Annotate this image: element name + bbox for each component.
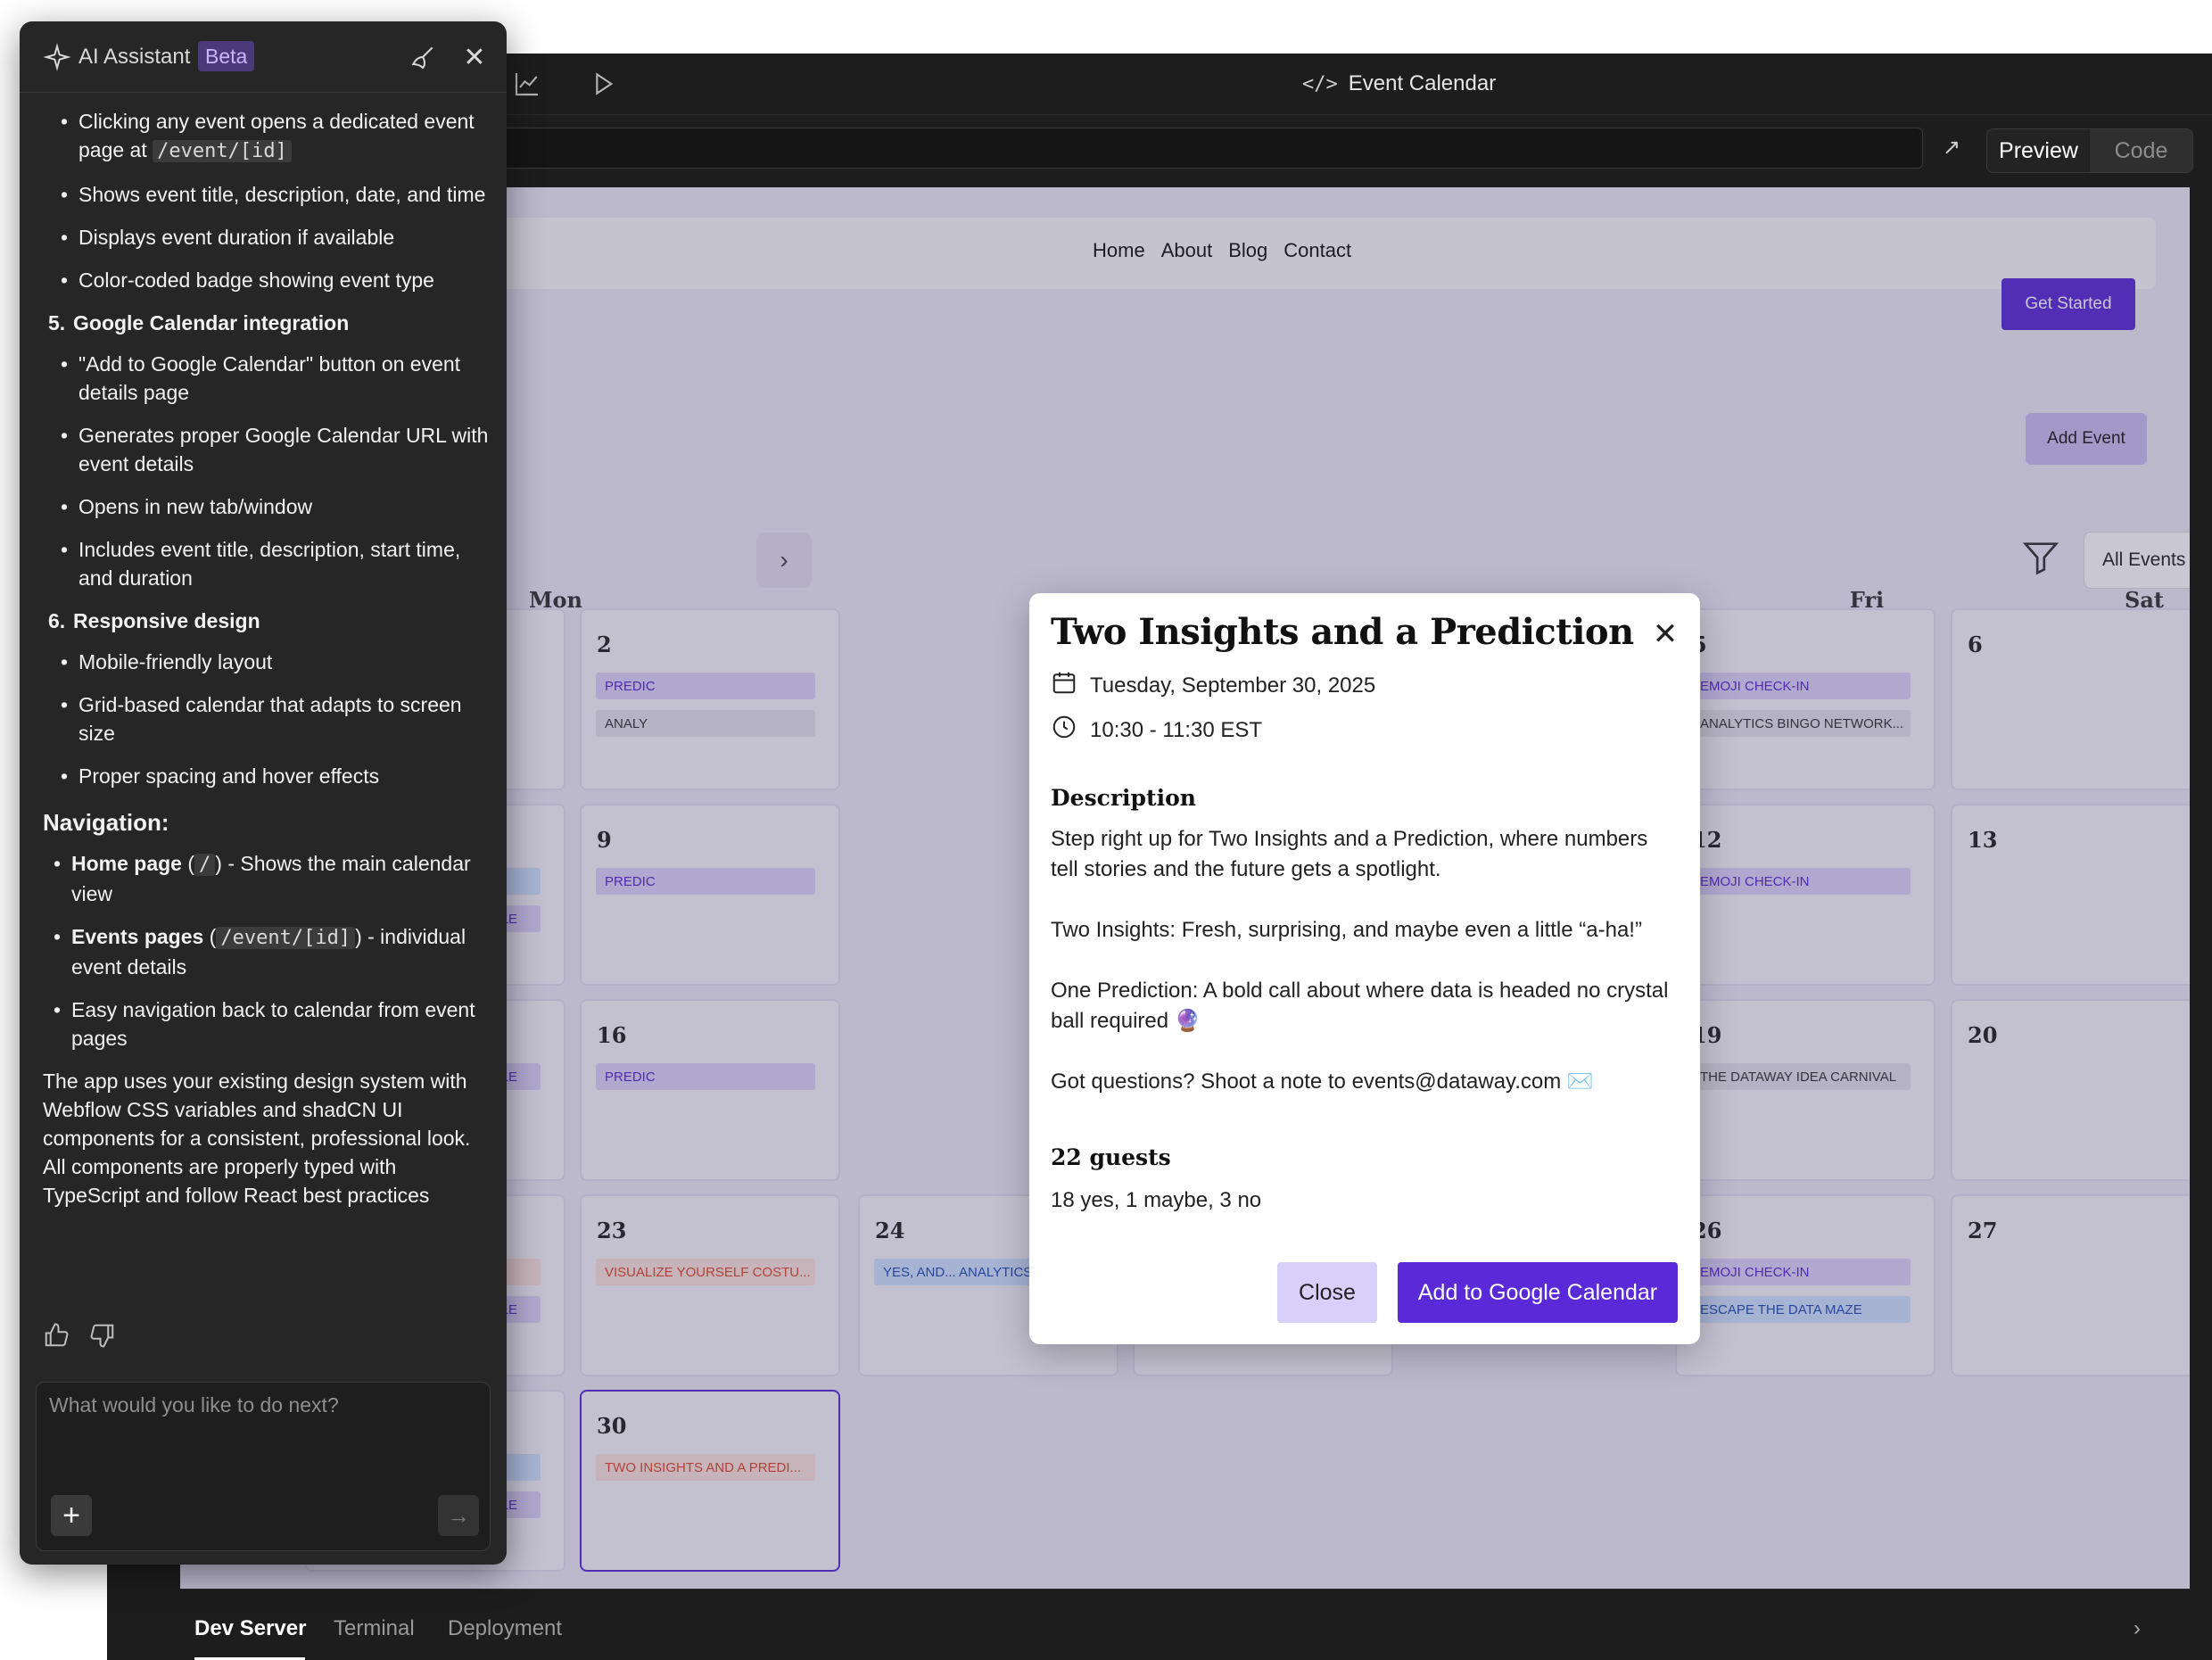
section-title: Responsive design <box>73 609 260 632</box>
clock-icon <box>1051 714 1077 747</box>
desktop: </> Event Calendar ↗ Preview Code Home A… <box>0 0 2212 1660</box>
beta-badge: Beta <box>198 41 255 71</box>
list-item: Includes event title, description, start… <box>43 535 492 592</box>
chat-input[interactable] <box>49 1393 477 1482</box>
list-item: Displays event duration if available <box>43 223 492 252</box>
ide-right-gutter <box>2190 241 2212 1642</box>
chart-icon[interactable] <box>513 70 541 98</box>
calendar-icon <box>1051 669 1077 702</box>
list-item: Events pages (/event/[id]) - individual … <box>43 922 492 981</box>
view-toggle: Preview Code <box>1986 128 2193 173</box>
thumbs-up-icon[interactable] <box>43 1322 70 1353</box>
section-number: 5. <box>48 311 66 334</box>
preview-tab[interactable]: Preview <box>1987 129 2090 172</box>
close-button[interactable]: Close <box>1277 1262 1377 1323</box>
list-item: Color-coded badge showing event type <box>43 266 492 294</box>
assistant-title: AI Assistant <box>78 45 191 69</box>
add-to-google-calendar-button[interactable]: Add to Google Calendar <box>1398 1262 1678 1323</box>
list-item: "Add to Google Calendar" button on event… <box>43 350 492 407</box>
list-item: Clicking any event opens a dedicated eve… <box>43 107 492 166</box>
url-input[interactable] <box>482 128 1923 169</box>
assistant-header: AI Assistant Beta ✕ <box>20 21 507 93</box>
summary-paragraph: The app uses your existing design system… <box>43 1070 471 1207</box>
list-item: Grid-based calendar that adapts to scree… <box>43 690 492 747</box>
tab-deployment[interactable]: Deployment <box>448 1616 562 1641</box>
inline-code: /event/[id] <box>153 140 292 162</box>
modal-date: Tuesday, September 30, 2025 <box>1090 673 1376 698</box>
send-button[interactable]: → <box>438 1495 479 1536</box>
list-item: Opens in new tab/window <box>43 492 492 521</box>
arrow-right-icon: → <box>447 1501 470 1529</box>
event-modal: Two Insights and a Prediction ✕ Tuesday,… <box>1029 593 1700 1344</box>
nav-item-bold: Home page <box>71 852 182 875</box>
modal-time-row: 10:30 - 11:30 EST <box>1051 714 1262 747</box>
tab-terminal[interactable]: Terminal <box>334 1616 415 1641</box>
feedback-buttons <box>43 1322 116 1353</box>
code-tab[interactable]: Code <box>2090 129 2192 172</box>
modal-date-row: Tuesday, September 30, 2025 <box>1051 669 1375 702</box>
modal-title: Two Insights and a Prediction <box>1051 611 1634 653</box>
navigation-heading: Navigation: <box>43 809 169 836</box>
modal-time: 10:30 - 11:30 EST <box>1090 717 1263 742</box>
close-icon[interactable]: ✕ <box>460 43 489 72</box>
close-icon[interactable]: ✕ <box>1649 617 1681 651</box>
section-number: 6. <box>48 609 66 632</box>
add-attachment-button[interactable]: + <box>51 1495 92 1536</box>
section-title: Google Calendar integration <box>73 311 350 334</box>
section-heading: 5. Google Calendar integration <box>43 309 492 337</box>
nav-item-paren: ( <box>181 852 195 875</box>
list-item: Shows event title, description, date, an… <box>43 180 492 209</box>
ai-assistant-panel: AI Assistant Beta ✕ Clicking any event o… <box>20 21 507 1565</box>
guests-heading: 22 guests <box>1051 1144 1171 1170</box>
code-icon: </> <box>1302 72 1338 95</box>
guests-summary: 18 yes, 1 maybe, 3 no <box>1051 1188 1262 1212</box>
ide-title-text: Event Calendar <box>1348 71 1497 95</box>
assistant-message: Clicking any event opens a dedicated eve… <box>43 107 492 1210</box>
description-line-1: Step right up for Two Insights and a Pre… <box>1051 827 1648 881</box>
sparkle-icon <box>43 43 71 71</box>
nav-item-bold: Events pages <box>71 925 204 948</box>
list-item: Home page (/) - Shows the main calendar … <box>43 849 492 908</box>
chevron-right-icon[interactable]: › <box>2134 1616 2141 1641</box>
inline-code: /event/[id] <box>216 927 356 949</box>
list-item: Easy navigation back to calendar from ev… <box>43 995 492 1053</box>
ide-title: </> Event Calendar <box>1302 70 1496 98</box>
list-item: Proper spacing and hover effects <box>43 762 492 790</box>
description-line-2: Two Insights: Fresh, surprising, and may… <box>1051 918 1642 942</box>
broom-icon[interactable] <box>409 43 437 71</box>
bottom-panel-tabs: Dev Server Terminal Deployment › <box>180 1589 2190 1660</box>
plus-icon: + <box>62 1498 80 1532</box>
description-line-3: One Prediction: A bold call about where … <box>1051 979 1669 1033</box>
description-heading: Description <box>1051 785 1196 811</box>
inline-code: / <box>194 854 216 876</box>
thumbs-down-icon[interactable] <box>89 1322 116 1353</box>
section-heading: 6. Responsive design <box>43 607 492 635</box>
chat-input-box: + → <box>36 1382 491 1551</box>
tab-dev-server[interactable]: Dev Server <box>194 1616 306 1641</box>
description-line-4: Got questions? Shoot a note to events@da… <box>1051 1070 1594 1094</box>
list-item: Generates proper Google Calendar URL wit… <box>43 421 492 478</box>
open-external-icon[interactable]: ↗ <box>1937 133 1966 161</box>
play-icon[interactable] <box>589 70 617 98</box>
list-item: Mobile-friendly layout <box>43 648 492 676</box>
nav-item-paren: ( <box>203 925 217 948</box>
